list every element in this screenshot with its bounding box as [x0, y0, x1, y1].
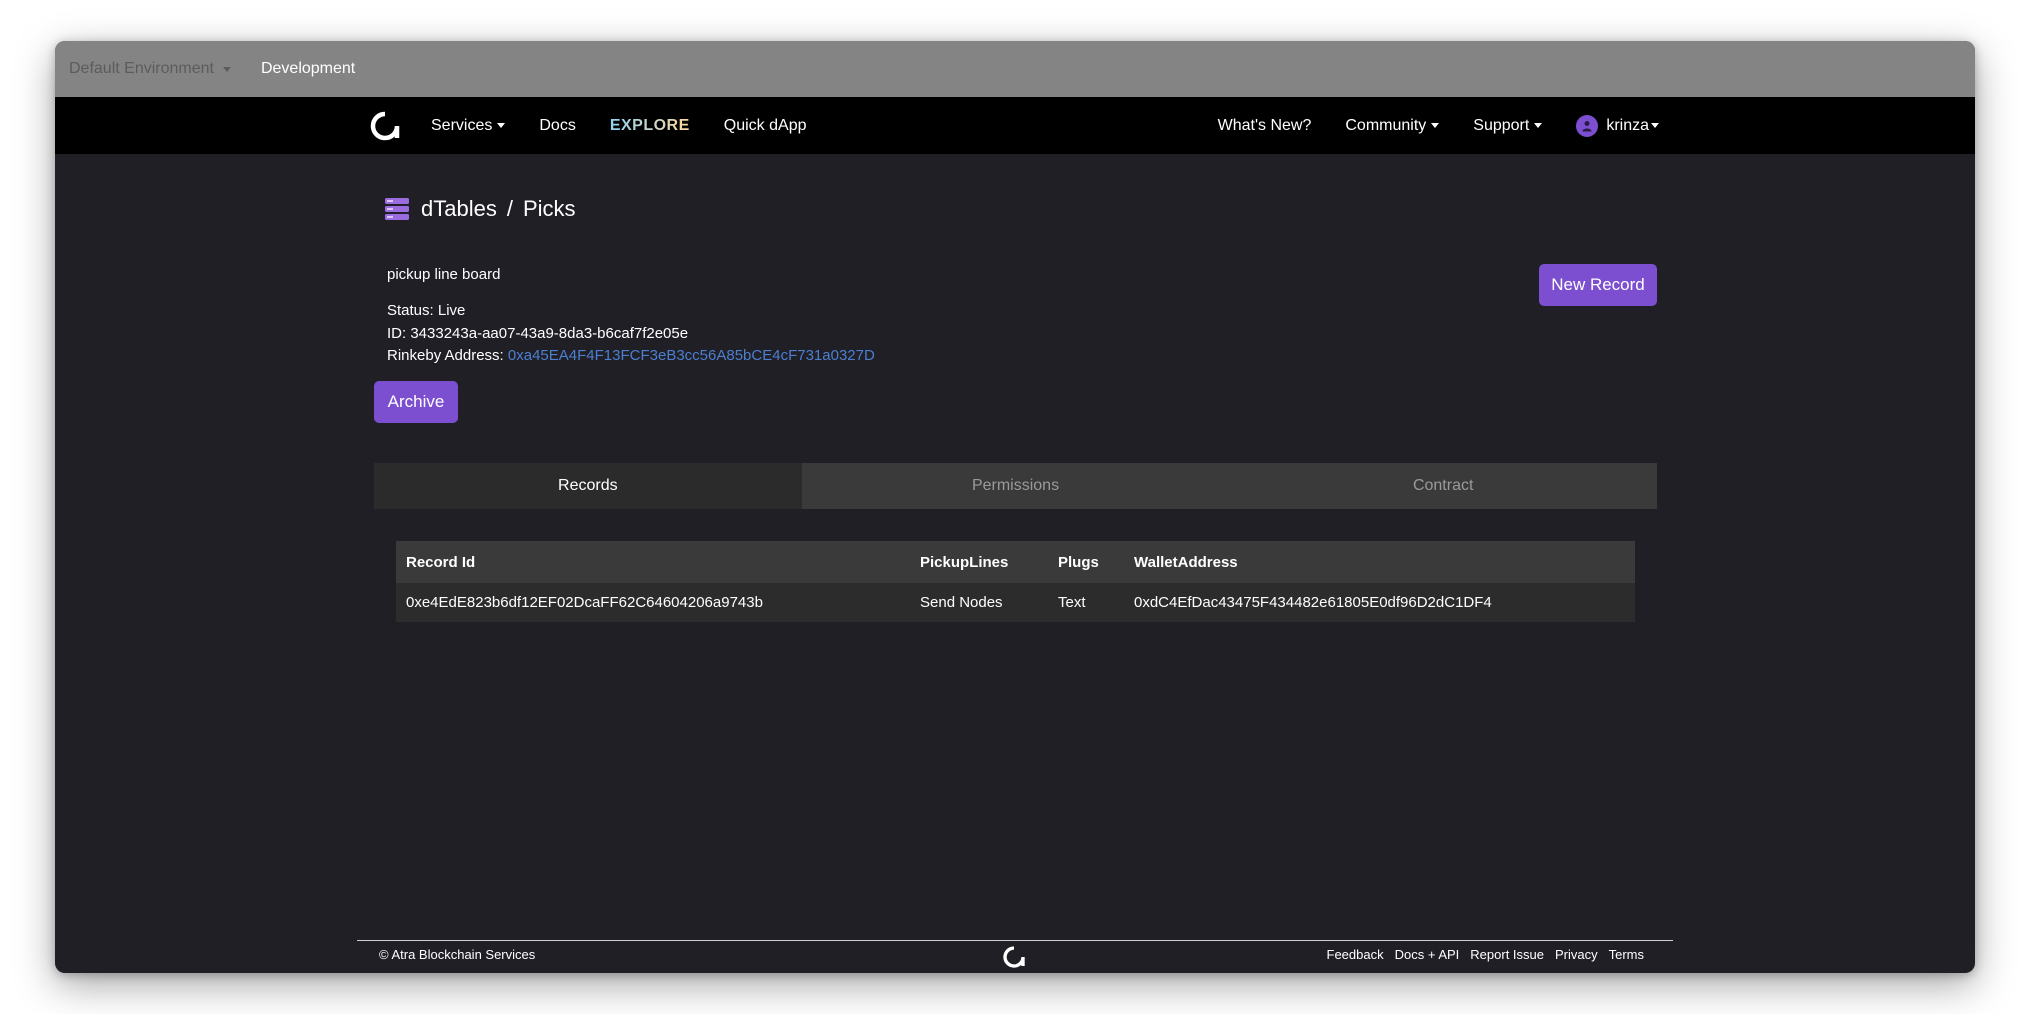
column-header-plugs: Plugs — [1058, 553, 1099, 571]
footer-link-terms[interactable]: Terms — [1609, 947, 1644, 962]
table-row[interactable]: 0xe4EdE823b6df12EF02DcaFF62C64604206a974… — [396, 583, 1635, 622]
nav-services-dropdown[interactable]: Services — [431, 116, 506, 135]
table-header-row: Record Id PickupLines Plugs WalletAddres… — [396, 541, 1635, 583]
tab-bar: Records Permissions Contract — [374, 463, 1657, 509]
cell-plugs: Text — [1058, 594, 1086, 611]
new-record-button[interactable]: New Record — [1539, 264, 1657, 306]
environment-bar: Default Environment Development — [55, 41, 1975, 97]
tab-records[interactable]: Records — [374, 463, 802, 509]
nav-support-label: Support — [1473, 116, 1530, 134]
copyright-text: © Atra Blockchain Services — [379, 947, 536, 962]
status-value: Live — [437, 302, 466, 319]
chevron-down-icon — [1534, 123, 1543, 128]
cell-pickuplines: Send Nodes — [920, 594, 1003, 611]
nav-community-dropdown[interactable]: Community — [1345, 116, 1440, 135]
footer-link-docs-api[interactable]: Docs + API — [1395, 947, 1460, 962]
id-label: ID: — [387, 325, 407, 342]
archive-button[interactable]: Archive — [374, 381, 458, 423]
tab-contract[interactable]: Contract — [1229, 463, 1657, 509]
default-environment-dropdown[interactable]: Default Environment — [69, 60, 231, 78]
cell-record-id: 0xe4EdE823b6df12EF02DcaFF62C64604206a974… — [406, 594, 763, 611]
avatar — [1576, 114, 1599, 137]
footer-link-report-issue[interactable]: Report Issue — [1470, 947, 1544, 962]
nav-docs-link[interactable]: Docs — [539, 117, 575, 135]
user-icon — [1582, 120, 1592, 131]
rinkeby-address-link[interactable]: 0xa45EA4F4F13FCF3eB3cc56A85bCE4cF731a032… — [508, 347, 875, 364]
id-value: 3433243a-aa07-43a9-8da3-b6caf7f2e05e — [410, 325, 689, 342]
dtable-stack-icon — [385, 198, 409, 220]
column-header-pickuplines: PickupLines — [920, 553, 1009, 571]
nav-services-label: Services — [431, 116, 493, 134]
chevron-down-icon — [222, 66, 231, 72]
nav-community-label: Community — [1345, 116, 1427, 134]
default-environment-label: Default Environment — [69, 60, 214, 77]
chevron-down-icon — [497, 123, 506, 128]
tab-permissions[interactable]: Permissions — [802, 463, 1230, 509]
breadcrumb-dtables-link[interactable]: dTables — [421, 196, 497, 222]
footer-link-feedback[interactable]: Feedback — [1327, 947, 1384, 962]
cell-walletaddress: 0xdC4EfDac43475F434482e61805E0df96D2dC1D… — [1134, 594, 1492, 611]
breadcrumb-separator: / — [506, 196, 513, 221]
username-label: krinza — [1606, 116, 1649, 134]
breadcrumb-current: Picks — [522, 196, 576, 221]
id-line: ID: 3433243a-aa07-43a9-8da3-b6caf7f2e05e — [387, 325, 688, 342]
development-environment-link[interactable]: Development — [261, 60, 355, 78]
browser-window: Default Environment Development Services… — [55, 41, 1975, 973]
footer-link-privacy[interactable]: Privacy — [1555, 947, 1598, 962]
column-header-walletaddress: WalletAddress — [1134, 553, 1238, 571]
chevron-down-icon — [1651, 123, 1659, 128]
chevron-down-icon — [1431, 123, 1440, 128]
footer: © Atra Blockchain Services Feedback Docs… — [55, 941, 1975, 973]
nav-support-dropdown[interactable]: Support — [1473, 116, 1543, 135]
atra-footer-logo-icon — [1003, 946, 1025, 968]
nav-whats-new-link[interactable]: What's New? — [1218, 117, 1312, 135]
atra-logo-icon[interactable] — [369, 110, 401, 142]
status-label: Status: — [387, 302, 434, 319]
page-title: dTables / Picks — [385, 196, 576, 222]
status-line: Status: Live — [387, 302, 465, 319]
rinkeby-address-line: Rinkeby Address: 0xa45EA4F4F13FCF3eB3cc5… — [387, 347, 875, 364]
records-table: Record Id PickupLines Plugs WalletAddres… — [396, 541, 1635, 622]
nav-quick-dapp-link[interactable]: Quick dApp — [724, 117, 807, 135]
nav-explore-link[interactable]: EXPLORE — [610, 117, 690, 135]
rinkeby-address-label: Rinkeby Address: — [387, 347, 504, 364]
user-menu-dropdown[interactable]: krinza — [1576, 114, 1659, 137]
column-header-record-id: Record Id — [406, 553, 476, 571]
main-content: dTables / Picks pickup line board Status… — [55, 154, 1975, 973]
table-description: pickup line board — [387, 266, 501, 283]
top-navbar: Services Docs EXPLORE Quick dApp What's … — [55, 97, 1975, 154]
